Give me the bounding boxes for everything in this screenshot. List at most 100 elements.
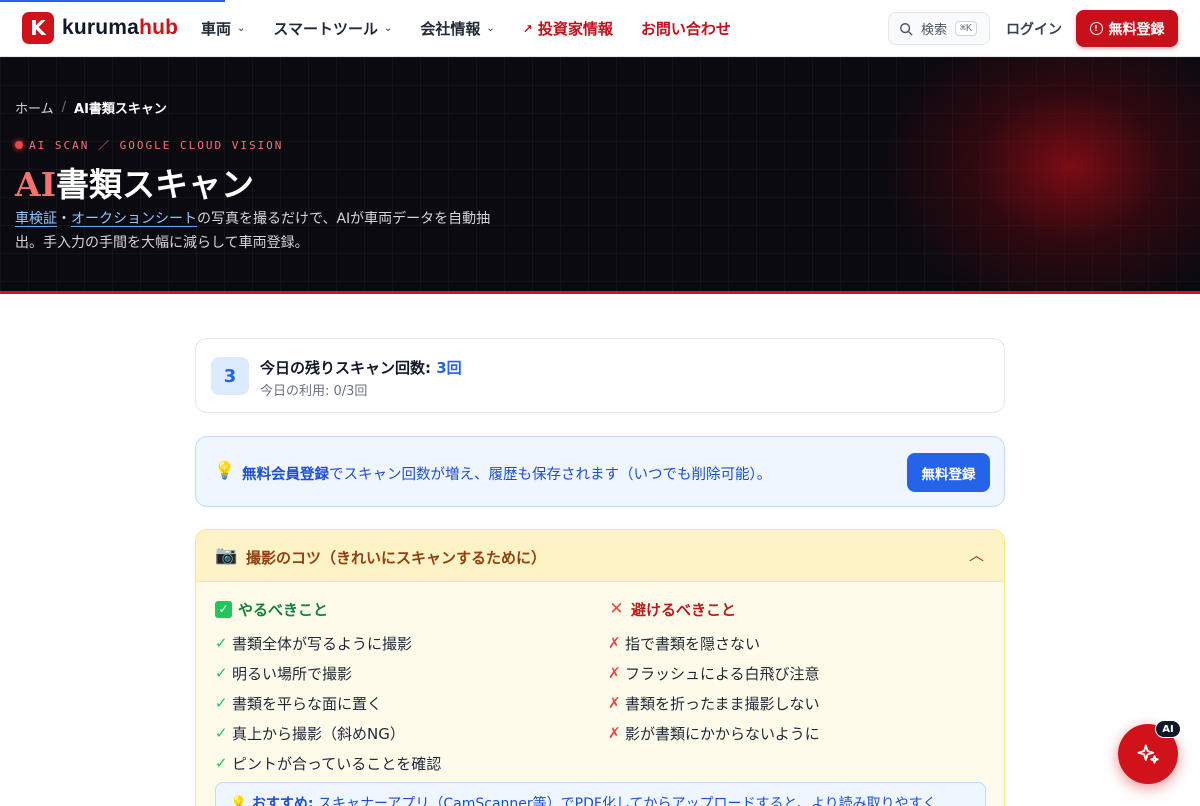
camera-icon: 📷 [215, 545, 238, 566]
login-link[interactable]: ログイン [1006, 19, 1062, 39]
hero-description: 車検証・オークションシートの写真を撮るだけで、AIが車両データを自動抽出。手入力… [15, 207, 505, 255]
search-shortcut: ⌘K [955, 21, 978, 36]
site-logo[interactable]: K kurumahub [22, 12, 178, 44]
search-button[interactable]: 検索 ⌘K [888, 12, 990, 45]
check-icon: ✓ [215, 754, 228, 772]
desc-separator: ・ [57, 211, 71, 227]
hero-glow [880, 57, 1200, 291]
sparkles-icon [1137, 744, 1159, 764]
breadcrumb-home[interactable]: ホーム [15, 98, 54, 117]
list-item: ✗ 書類を折ったまま撮影しない [608, 688, 820, 718]
top-navbar: K kurumahub 車両 ⌄ スマートツール ⌄ 会社情報 ⌄ ↗ 投資家情報 お問… [0, 0, 1200, 57]
tips-accordion-body: ✓ やるべきこと ✓ 書類全体が写るように撮影 ✓ 明るい場所で撮影 ✓ 書類を平らな面… [195, 582, 1005, 806]
recommendation-note: 💡 おすすめ: スキャナーアプリ（CamScanner等）でPDF化してからアッ… [215, 782, 986, 806]
main-nav: 車両 ⌄ スマートツール ⌄ 会社情報 ⌄ ↗ 投資家情報 お問い合わせ [201, 0, 759, 57]
quota-usage: 今日の利用: 0/3回 [260, 384, 368, 399]
quota-count-badge: 3 [211, 357, 249, 395]
dont-item-text: 影が書類にかからないように [625, 724, 820, 743]
tips-accordion-header[interactable]: 📷 撮影のコツ（きれいにスキャンするために） ︿ [195, 529, 1005, 582]
quota-title-prefix: 今日の残りスキャン回数: [260, 359, 431, 377]
promo-text: 無料会員登録でスキャン回数が増え、履歴も保存されます（いつでも削除可能）。 [242, 463, 771, 484]
tips-title: 撮影のコツ（きれいにスキャンするために） [246, 549, 547, 567]
list-item: ✗ 影が書類にかからないように [608, 718, 820, 748]
dont-title: 避けるべきこと [631, 600, 737, 619]
hero-eyebrow: AI SCAN ／ GOOGLE CLOUD VISION [15, 137, 283, 153]
recommend-bold: おすすめ: [251, 796, 314, 806]
logo-wordmark: kurumahub [62, 16, 178, 40]
nav-investors[interactable]: ↗ 投資家情報 [523, 18, 613, 39]
list-item: ✓ ピントが合っていることを確認 [215, 748, 441, 778]
check-icon: ✓ [215, 664, 228, 682]
signup-promo-card: 💡 無料会員登録でスキャン回数が増え、履歴も保存されます（いつでも削除可能）。 … [195, 436, 1005, 507]
breadcrumb: ホーム / AI書類スキャン [15, 98, 167, 117]
nav-company-label: 会社情報 [420, 20, 481, 38]
nav-company[interactable]: 会社情報 ⌄ [420, 18, 494, 39]
check-box-icon: ✓ [215, 600, 232, 618]
logo-mark: K [22, 12, 54, 44]
logo-text-accent: hub [139, 16, 179, 39]
list-item: ✓ 真上から撮影（斜めNG） [215, 718, 441, 748]
do-item-text: ピントが合っていることを確認 [232, 754, 442, 773]
register-label: 無料登録 [1108, 21, 1165, 38]
list-item: ✗ フラッシュによる白飛び注意 [608, 658, 820, 688]
list-item: ✓ 書類を平らな面に置く [215, 688, 441, 718]
quota-title-value: 3回 [436, 359, 462, 377]
logo-text-main: kuruma [62, 16, 140, 39]
promo-rest: でスキャン回数が増え、履歴も保存されます（いつでも削除可能）。 [329, 467, 772, 483]
x-icon: ✗ [608, 694, 621, 712]
link-auction-sheet[interactable]: オークションシート [71, 211, 197, 227]
cross-mark-icon: ✕ [609, 599, 624, 619]
recommend-text: スキャナーアプリ（CamScanner等）でPDF化してからアップロードすると、… [317, 796, 937, 806]
chevron-down-icon: ⌄ [383, 23, 393, 34]
do-item-text: 明るい場所で撮影 [232, 664, 353, 683]
dont-item-text: 書類を折ったまま撮影しない [625, 694, 820, 713]
ai-badge: AI [1155, 720, 1181, 738]
lightbulb-icon: 💡 [214, 461, 236, 481]
do-item-text: 真上から撮影（斜めNG） [232, 724, 405, 743]
list-item: ✓ 明るい場所で撮影 [215, 658, 441, 688]
chevron-up-icon: ︿ [968, 546, 984, 564]
search-icon [900, 22, 913, 35]
hero-banner: ホーム / AI書類スキャン AI SCAN ／ GOOGLE CLOUD VI… [0, 57, 1200, 294]
do-column: ✓ やるべきこと ✓ 書類全体が写るように撮影 ✓ 明るい場所で撮影 ✓ 書類を平らな面… [215, 598, 441, 778]
search-label: 検索 [921, 23, 948, 38]
eyebrow-text: AI SCAN ／ GOOGLE CLOUD VISION [29, 139, 284, 152]
dont-heading: ✕ 避けるべきこと [608, 598, 820, 620]
nav-smart-tools[interactable]: スマートツール ⌄ [273, 18, 392, 39]
quota-title: 今日の残りスキャン回数: 3回 [260, 357, 462, 378]
do-item-text: 書類を平らな面に置く [232, 694, 383, 713]
check-icon: ✓ [215, 694, 228, 712]
register-button[interactable]: ! 無料登録 [1076, 10, 1178, 47]
check-icon: ✓ [215, 724, 228, 742]
promo-register-button[interactable]: 無料登録 [907, 453, 990, 492]
nav-investors-label: 投資家情報 [537, 20, 613, 38]
lightbulb-icon: 💡 [230, 796, 252, 806]
x-icon: ✗ [608, 664, 621, 682]
scan-quota-card: 3 今日の残りスキャン回数: 3回 今日の利用: 0/3回 [195, 338, 1005, 413]
nav-vehicles-label: 車両 [201, 20, 232, 38]
x-icon: ✗ [608, 634, 621, 652]
nav-vehicles[interactable]: 車両 ⌄ [201, 18, 245, 39]
trending-up-icon: ↗ [522, 21, 533, 36]
list-item: ✓ 書類全体が写るように撮影 [215, 628, 441, 658]
check-icon: ✓ [215, 634, 228, 652]
chevron-down-icon: ⌄ [237, 23, 246, 34]
x-icon: ✗ [608, 724, 621, 742]
title-accent: AI [15, 165, 57, 204]
nav-contact[interactable]: お問い合わせ [641, 18, 731, 39]
list-item: ✗ 指で書類を隠さない [608, 628, 820, 658]
breadcrumb-current: AI書類スキャン [74, 102, 167, 117]
chevron-down-icon: ⌄ [486, 23, 495, 34]
do-heading: ✓ やるべきこと [215, 598, 441, 620]
do-title: やるべきこと [238, 600, 329, 619]
page-title: AI書類スキャン [15, 158, 254, 206]
status-dot-icon [15, 141, 23, 149]
link-shakensho[interactable]: 車検証 [15, 211, 57, 227]
dont-column: ✕ 避けるべきこと ✗ 指で書類を隠さない ✗ フラッシュによる白飛び注意 ✗ 書類を折… [608, 598, 820, 748]
page-load-progress [0, 0, 225, 2]
alert-circle-icon: ! [1089, 22, 1103, 35]
nav-smart-tools-label: スマートツール [273, 20, 378, 38]
title-rest: 書類スキャン [56, 165, 255, 204]
breadcrumb-separator: / [61, 100, 67, 115]
dont-item-text: 指で書類を隠さない [625, 634, 761, 653]
